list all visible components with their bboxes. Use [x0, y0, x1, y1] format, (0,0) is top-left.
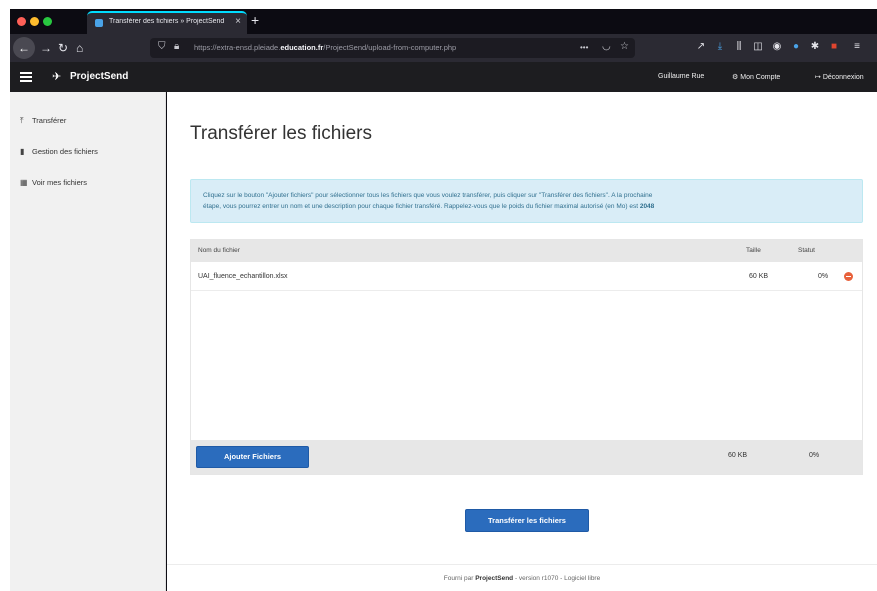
table-footer: Ajouter Fichiers 60 KB 0%: [191, 440, 862, 474]
library-icon[interactable]: ⫼: [732, 40, 746, 54]
new-tab-icon[interactable]: +: [251, 12, 259, 28]
extension-blue-icon[interactable]: ●: [789, 40, 803, 54]
hamburger-menu-icon[interactable]: [20, 72, 32, 82]
file-name: UAI_fluence_echantillon.xlsx: [198, 273, 288, 280]
home-icon[interactable]: ⌂: [76, 39, 83, 57]
url-text: https://extra-ensd.pleiade.education.fr/…: [194, 43, 457, 52]
page-actions-icon[interactable]: •••: [580, 43, 588, 52]
close-window-icon[interactable]: [17, 17, 26, 26]
account-icon[interactable]: ◉: [770, 40, 784, 54]
lock-icon[interactable]: 🔒︎: [174, 41, 179, 52]
footer-brand-link[interactable]: ProjectSend: [475, 575, 513, 582]
file-icon: ▮: [20, 147, 25, 156]
extension-gear-icon[interactable]: ✱: [808, 40, 822, 54]
column-header-status: Statut: [798, 247, 815, 254]
info-line-1: Cliquez sur le bouton "Ajouter fichiers"…: [203, 192, 653, 199]
sidebar-item-label: Transférer: [32, 116, 67, 125]
menu-icon[interactable]: ≡: [850, 40, 864, 54]
sidebar-item-manage-files[interactable]: ▮ Gestion des fichiers: [20, 147, 98, 161]
bookmark-star-icon[interactable]: ☆: [620, 41, 629, 52]
gear-icon: ⚙︎: [732, 74, 741, 81]
browser-tab[interactable]: Transférer des fichiers » ProjectSend ×: [87, 11, 247, 34]
upload-files-button[interactable]: Transférer les fichiers: [465, 509, 589, 532]
total-size: 60 KB: [728, 452, 748, 459]
shield-icon[interactable]: ⛉: [158, 41, 166, 52]
tools-icon[interactable]: ↗: [694, 40, 708, 54]
user-name: Guillaume Rue: [658, 73, 705, 80]
tab-title: Transférer des fichiers » ProjectSend: [109, 18, 225, 25]
add-files-button[interactable]: Ajouter Fichiers: [196, 446, 309, 468]
file-size: 60 KB: [749, 273, 769, 280]
account-label: Mon Compte: [740, 74, 781, 81]
brand-name[interactable]: ProjectSend: [70, 71, 128, 82]
close-tab-icon[interactable]: ×: [235, 16, 241, 27]
upload-icon: ⤒: [20, 116, 24, 125]
column-header-size: Taille: [746, 247, 761, 254]
grid-icon: ▦: [20, 178, 28, 187]
tab-strip: Transférer des fichiers » ProjectSend × …: [10, 9, 877, 34]
table-header: Nom du fichier Taille Statut: [191, 240, 862, 262]
address-bar[interactable]: ⛉ 🔒︎ https://extra-ensd.pleiade.educatio…: [150, 38, 635, 58]
maximize-window-icon[interactable]: [43, 17, 52, 26]
logout-icon: ↦: [815, 74, 823, 81]
sidebar-icon[interactable]: ◫: [751, 40, 765, 54]
sidebar-item-label: Voir mes fichiers: [32, 178, 88, 187]
download-icon[interactable]: ⤓: [713, 40, 727, 54]
remove-file-icon[interactable]: [844, 272, 853, 281]
account-link[interactable]: ⚙︎ Mon Compte: [732, 73, 780, 81]
back-icon[interactable]: ←: [13, 37, 35, 59]
extension-red-icon[interactable]: ■: [827, 40, 841, 54]
minimize-window-icon[interactable]: [30, 17, 39, 26]
pocket-icon[interactable]: ◡: [602, 41, 611, 52]
sidebar-item-label: Gestion des fichiers: [32, 147, 98, 156]
app-header: ✈︎ ProjectSend Guillaume Rue ⚙︎ Mon Comp…: [10, 62, 877, 92]
sidebar-item-upload[interactable]: ⤒ Transférer: [20, 116, 66, 130]
total-status: 0%: [809, 452, 820, 459]
table-row: UAI_fluence_echantillon.xlsx 60 KB 0%: [191, 263, 862, 291]
sidebar-item-my-files[interactable]: ▦ Voir mes fichiers: [20, 178, 87, 192]
page-title: Transférer les fichiers: [190, 123, 372, 144]
browser-window: Transférer des fichiers » ProjectSend × …: [10, 9, 877, 591]
page-footer: Fourni par ProjectSend - version r1070 -…: [167, 564, 877, 591]
file-status: 0%: [818, 273, 829, 280]
projectsend-favicon-icon: [95, 19, 103, 27]
forward-icon[interactable]: →: [40, 39, 52, 57]
reload-icon[interactable]: ↻: [58, 39, 68, 57]
navigation-bar: ← → ↻ ⌂ ⛉ 🔒︎ https://extra-ensd.pleiade.…: [10, 34, 877, 62]
logout-label: Déconnexion: [822, 74, 864, 81]
projectsend-logo-icon: ✈︎: [52, 71, 62, 83]
sidebar: ⤒ Transférer ▮ Gestion des fichiers ▦ Voir …: [10, 92, 166, 591]
max-size-value: 2048: [639, 203, 655, 210]
info-alert: Cliquez sur le bouton "Ajouter fichiers"…: [190, 179, 863, 223]
logout-link[interactable]: ↦ Déconnexion: [815, 73, 864, 81]
main-content: Transférer les fichiers Cliquez sur le b…: [167, 92, 877, 591]
upload-queue-table: Nom du fichier Taille Statut UAI_fluence…: [190, 239, 863, 475]
info-line-2: étape, vous pourrez entrer un nom et une…: [203, 203, 655, 210]
column-header-name: Nom du fichier: [198, 247, 240, 254]
